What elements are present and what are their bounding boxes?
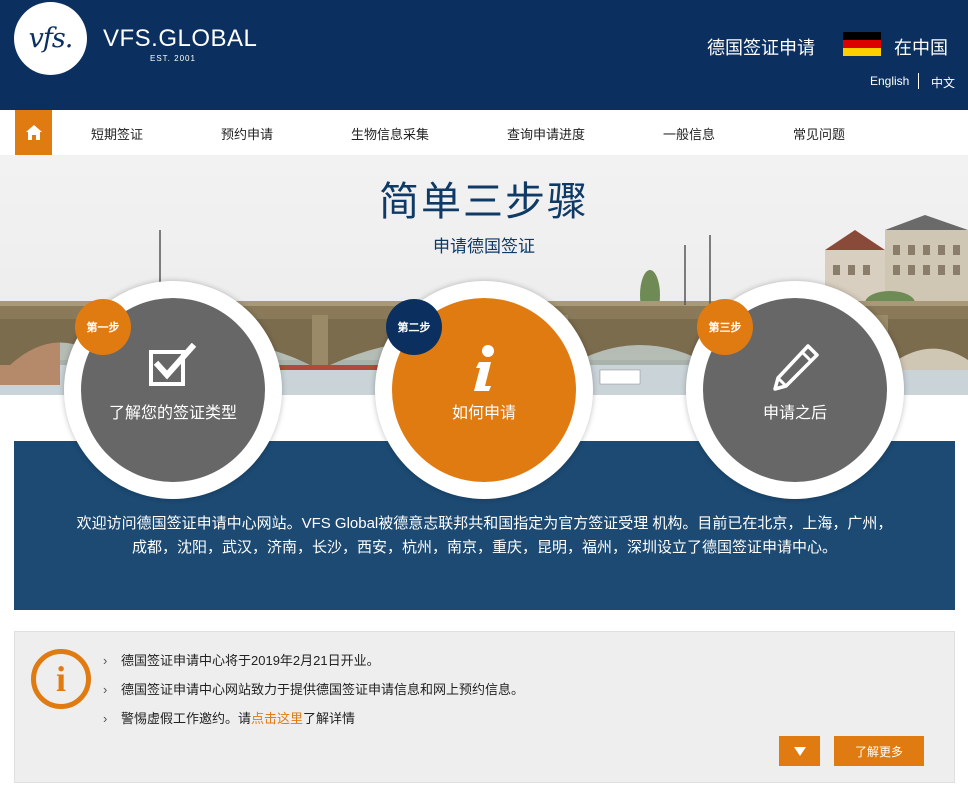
triangle-down-icon xyxy=(793,746,806,756)
nav-track-application[interactable]: 查询申请进度 xyxy=(507,124,585,143)
learn-more-button[interactable]: 了解更多 xyxy=(834,736,924,766)
chevron-right-icon: › xyxy=(103,682,108,697)
nav-faq[interactable]: 常见问题 xyxy=(793,124,845,143)
nav-short-visa[interactable]: 短期签证 xyxy=(91,124,143,143)
brand-est: EST. 2001 xyxy=(150,54,196,63)
notice-item: › 警惕虚假工作邀约。请点击这里了解详情 xyxy=(103,711,356,726)
step-3-badge: 第三步 xyxy=(697,299,753,355)
lang-divider xyxy=(918,73,919,89)
nav-general-info[interactable]: 一般信息 xyxy=(663,124,715,143)
step-2-label: 如何申请 xyxy=(451,405,516,422)
vfs-logo[interactable]: vfs. xyxy=(14,2,87,75)
expand-button[interactable] xyxy=(779,736,820,766)
site-header: vfs. VFS.GLOBAL EST. 2001 德国签证申请 在中国 Eng… xyxy=(0,0,968,110)
home-icon xyxy=(25,124,42,140)
lang-english-link[interactable]: English xyxy=(870,74,909,88)
click-here-link[interactable]: 点击这里 xyxy=(251,711,303,726)
home-button[interactable] xyxy=(15,110,52,155)
header-title: 德国签证申请 xyxy=(707,38,815,58)
notice-panel: i › 德国签证申请中心将于2019年2月21日开业。 › 德国签证申请中心网站致力… xyxy=(14,631,955,783)
step-1-badge: 第一步 xyxy=(75,299,131,355)
logo-text: vfs. xyxy=(28,23,74,54)
main-nav: 短期签证 预约申请 生物信息采集 查询申请进度 一般信息 常见问题 xyxy=(0,110,968,155)
nav-biometrics[interactable]: 生物信息采集 xyxy=(351,124,429,143)
notice-item: › 德国签证申请中心网站致力于提供德国签证申请信息和网上预约信息。 xyxy=(103,682,525,697)
welcome-text: 欢迎访问德国签证申请中心网站。VFS Global被德意志联邦共和国指定为官方签… xyxy=(76,515,893,556)
notice-item: › 德国签证申请中心将于2019年2月21日开业。 xyxy=(103,653,380,668)
germany-flag-icon xyxy=(843,32,881,56)
step-2-badge: 第二步 xyxy=(386,299,442,355)
hero-title: 简单三步骤 xyxy=(379,180,589,224)
pencil-icon xyxy=(773,344,819,391)
chevron-right-icon: › xyxy=(103,711,108,726)
header-country: 在中国 xyxy=(894,38,948,58)
info-icon xyxy=(474,345,494,391)
hero-subtitle: 申请德国签证 xyxy=(433,237,535,256)
brand-name: VFS.GLOBAL xyxy=(103,25,258,52)
nav-appointment[interactable]: 预约申请 xyxy=(221,124,273,143)
checkbox-icon xyxy=(149,343,197,386)
chevron-right-icon: › xyxy=(103,653,108,668)
info-circle-icon: i xyxy=(31,649,91,709)
step-3-label: 申请之后 xyxy=(762,405,827,422)
step-1-label: 了解您的签证类型 xyxy=(108,405,237,422)
lang-chinese-link[interactable]: 中文 xyxy=(931,74,955,91)
